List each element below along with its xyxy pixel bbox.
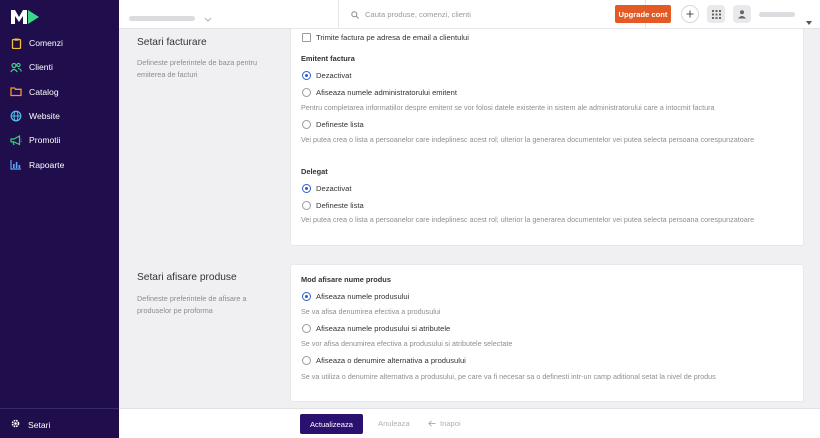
folder-icon (10, 86, 22, 98)
product-name-label: Afiseaza numele produsului (316, 292, 410, 301)
action-bar: Actualizeaza Anuleaza Inapoi (119, 408, 820, 438)
product-alt-name-radio[interactable] (302, 356, 311, 365)
globe-icon (10, 110, 22, 122)
delegate-disabled-label: Dezactivat (316, 184, 352, 193)
search-box (338, 0, 646, 29)
add-button[interactable] (681, 5, 699, 23)
upgrade-button[interactable]: Upgrade cont (615, 5, 671, 23)
delegate-define-list-hint: Vei putea crea o lista a persoanelor car… (301, 215, 755, 224)
user-name-placeholder[interactable] (759, 12, 795, 17)
update-button[interactable]: Actualizeaza (300, 414, 363, 434)
sidebar-item-label: Clienti (29, 62, 53, 73)
chart-icon (10, 159, 22, 171)
store-select[interactable] (129, 9, 212, 27)
product-name-attributes-label: Afiseaza numele produsului si atributele (316, 324, 451, 333)
sidebar-item-label: Promotii (29, 135, 61, 146)
user-icon (738, 10, 746, 19)
arrow-left-icon (428, 420, 436, 427)
sidebar-item-promotii[interactable]: Promotii (0, 128, 119, 152)
invoice-settings-title: Setari facturare (137, 37, 207, 48)
product-name-attributes-radio[interactable] (302, 324, 311, 333)
brand-logo[interactable] (10, 8, 40, 25)
sidebar-item-label: Comenzi (29, 38, 63, 49)
delegate-label: Delegat (301, 167, 328, 176)
store-name-placeholder (129, 15, 195, 21)
issuer-show-admin-label: Afiseaza numele administratorului emiten… (316, 88, 457, 97)
product-name-hint: Se va afisa denumirea efectiva a produsu… (301, 307, 441, 316)
gear-icon (10, 416, 21, 434)
issuer-define-list-hint: Vei putea crea o lista a persoanelor car… (301, 135, 755, 144)
topbar: Upgrade cont (119, 0, 820, 29)
issuer-define-list-radio[interactable] (302, 120, 311, 129)
plus-icon (686, 10, 694, 18)
grid-icon (711, 9, 721, 19)
megaphone-icon (10, 134, 22, 146)
back-button[interactable]: Inapoi (428, 419, 461, 428)
invoice-settings-card: Trimite factura pe adresa de email a cli… (291, 29, 803, 245)
product-alt-name-hint: Se va utiliza o denumire alternativa a p… (301, 372, 716, 381)
search-input[interactable] (365, 10, 625, 19)
sidebar-item-label: Website (29, 111, 60, 122)
issuer-disabled-radio[interactable] (302, 71, 311, 80)
sidebar-nav: Comenzi Clienti Catalog Website Promotii (0, 31, 119, 177)
product-name-radio[interactable] (302, 292, 311, 301)
issuer-show-admin-hint: Pentru completarea informatiilor despre … (301, 103, 715, 112)
search-icon (351, 6, 359, 24)
clipboard-icon (10, 37, 22, 49)
cancel-button[interactable]: Anuleaza (378, 419, 410, 428)
issuer-show-admin-radio[interactable] (302, 88, 311, 97)
sidebar-item-label: Catalog (29, 86, 59, 97)
send-email-checkbox[interactable] (302, 33, 311, 42)
sidebar: Comenzi Clienti Catalog Website Promotii (0, 0, 119, 438)
product-mode-label: Mod afisare nume produs (301, 275, 391, 284)
delegate-define-list-radio[interactable] (302, 201, 311, 210)
issuer-define-list-label: Defineste lista (316, 120, 364, 129)
sidebar-item-rapoarte[interactable]: Rapoarte (0, 152, 119, 176)
send-email-label: Trimite factura pe adresa de email a cli… (316, 33, 469, 42)
product-settings-card: Mod afisare nume produs Afiseaza numele … (291, 265, 803, 401)
back-label: Inapoi (440, 419, 461, 428)
invoice-settings-description: Defineste preferintele de baza pentru em… (137, 58, 258, 79)
product-name-attributes-hint: Se vor afisa denumirea efectiva a produs… (301, 339, 513, 348)
delegate-disabled-radio[interactable] (302, 184, 311, 193)
chevron-down-icon (204, 9, 212, 27)
user-avatar[interactable] (733, 5, 751, 23)
delegate-define-list-label: Defineste lista (316, 201, 364, 210)
issuer-label: Emitent factura (301, 54, 355, 63)
sidebar-item-comenzi[interactable]: Comenzi (0, 31, 119, 55)
sidebar-item-clienti[interactable]: Clienti (0, 55, 119, 79)
sidebar-divider (0, 408, 119, 409)
issuer-disabled-label: Dezactivat (316, 71, 352, 80)
product-alt-name-label: Afiseaza o denumire alternativa a produs… (316, 356, 466, 365)
sidebar-item-catalog[interactable]: Catalog (0, 80, 119, 104)
caret-down-icon[interactable] (806, 12, 812, 30)
sidebar-item-setari[interactable]: Setari (10, 416, 50, 434)
product-settings-description: Defineste preferintele de afisare a prod… (137, 294, 247, 315)
product-settings-title: Setari afisare produse (137, 272, 237, 283)
sidebar-item-label: Rapoarte (29, 159, 65, 170)
apps-button[interactable] (707, 5, 725, 23)
sidebar-item-website[interactable]: Website (0, 104, 119, 128)
sidebar-item-label: Setari (28, 420, 51, 430)
users-icon (10, 61, 22, 73)
